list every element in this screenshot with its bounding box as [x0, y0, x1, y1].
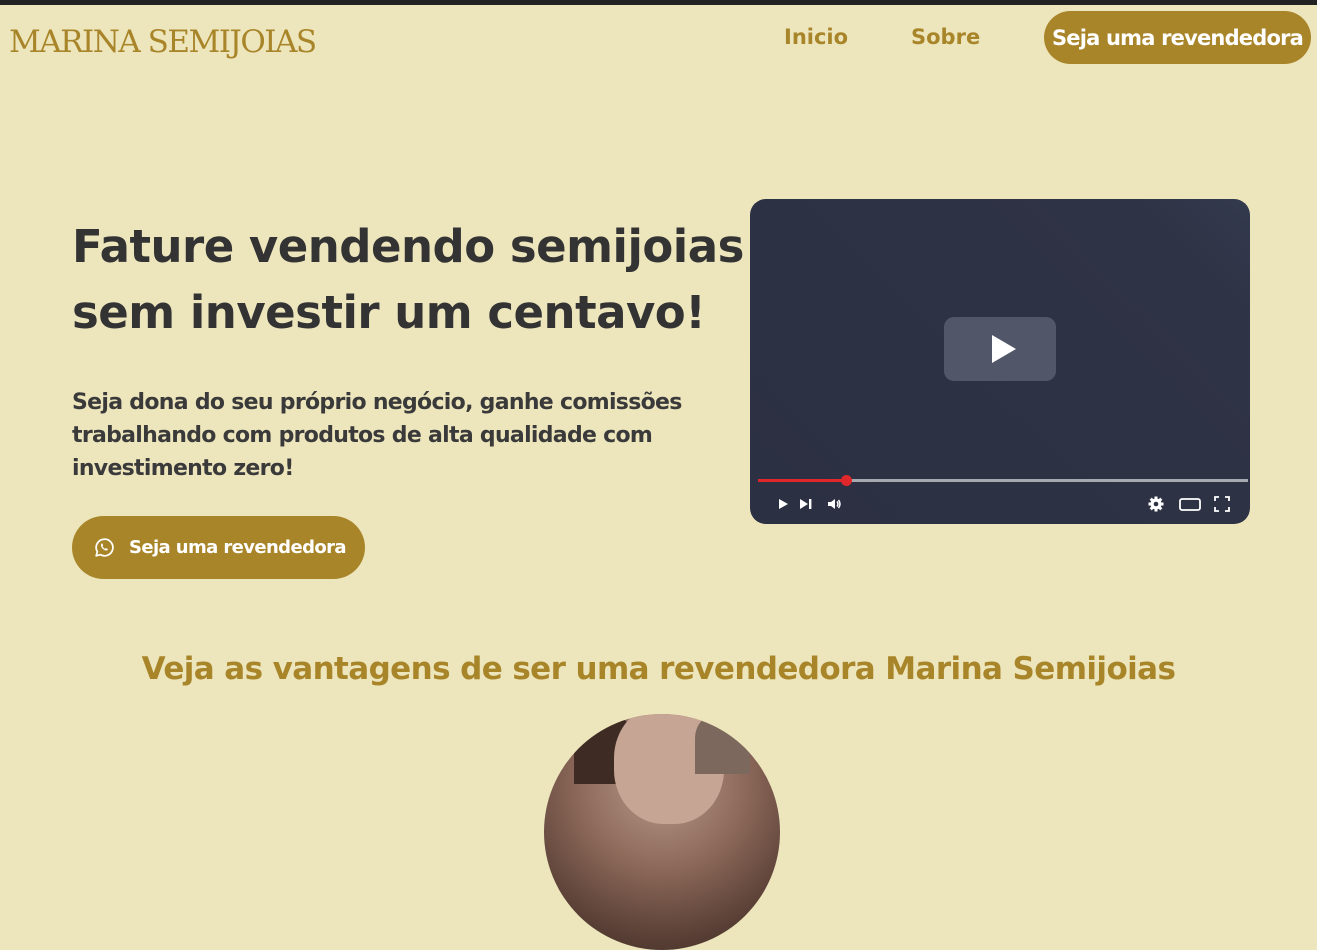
hero-cta-label: Seja uma revendedora: [129, 537, 347, 558]
play-icon: [992, 335, 1016, 363]
video-scrubber-handle[interactable]: [841, 475, 852, 486]
hero-title: Fature vendendo semijoias sem investir u…: [72, 220, 744, 339]
top-border: [0, 0, 1317, 5]
nav-link-inicio[interactable]: Inicio: [784, 22, 848, 52]
nav-link-sobre[interactable]: Sobre: [911, 22, 980, 52]
hero-subtitle: Seja dona do seu próprio negócio, ganhe …: [72, 390, 682, 481]
video-play-button[interactable]: [944, 317, 1056, 381]
play-icon[interactable]: [774, 495, 792, 513]
brand-logo[interactable]: MARINA SEMIJOIAS: [9, 22, 317, 62]
whatsapp-icon: [95, 538, 114, 557]
volume-icon[interactable]: [826, 495, 844, 513]
fullscreen-icon[interactable]: [1213, 495, 1231, 513]
photo-hair-right: [695, 714, 750, 774]
video-progress-bar[interactable]: [758, 479, 1248, 482]
video-progress-fill: [758, 479, 846, 482]
model-photo: [544, 714, 780, 950]
nav-reseller-button[interactable]: Seja uma revendedora: [1044, 11, 1311, 64]
advantages-title: Veja as vantagens de ser uma revendedora…: [141, 651, 1176, 687]
video-player[interactable]: [750, 199, 1250, 524]
settings-icon[interactable]: [1147, 495, 1165, 513]
next-icon[interactable]: [797, 495, 815, 513]
hero-reseller-button[interactable]: Seja uma revendedora: [72, 516, 365, 579]
theater-mode-icon[interactable]: [1178, 495, 1202, 513]
